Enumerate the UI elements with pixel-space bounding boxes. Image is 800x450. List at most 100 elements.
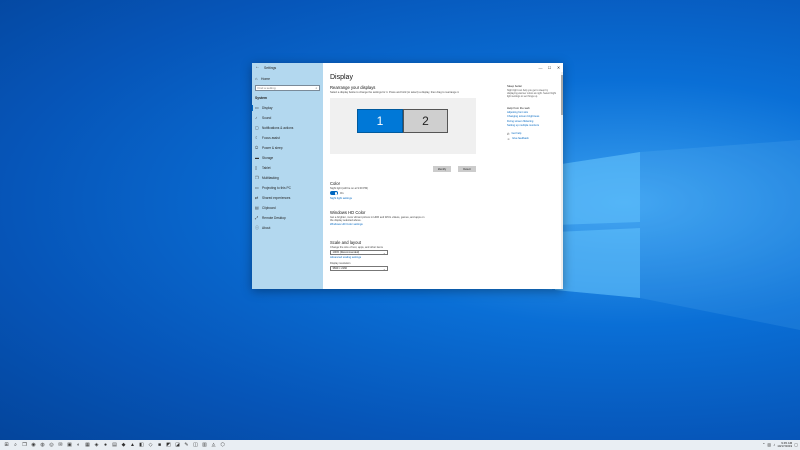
sidebar-item-icon: ⤢ (255, 215, 259, 220)
give-feedback-link[interactable]: ☺ Give feedback (507, 137, 559, 141)
resolution-value: 3840 × 2160 (332, 267, 348, 271)
system-tray: ⌃ ▥ ♪ 9:45 AM 10/17/2019 ▢ (762, 440, 798, 450)
taskbar-app-icon[interactable]: ◈ (92, 440, 101, 450)
volume-icon[interactable]: ♪ (773, 443, 775, 447)
sidebar-item-icon: ⏻ (255, 145, 259, 150)
help-web-link[interactable]: Setting up multiple monitors (507, 124, 559, 128)
sidebar-item-about[interactable]: ⓘ About (255, 223, 320, 233)
search-icon[interactable]: ⌕ (11, 440, 20, 450)
taskbar-app-icon[interactable]: ◆ (119, 440, 128, 450)
night-light-settings-link[interactable]: Night light settings (330, 197, 368, 201)
taskbar-app-icon[interactable]: ⬡ (218, 440, 227, 450)
sidebar: ⌂ Home Find a setting ⌕ System ▭ Display ♪… (252, 72, 323, 289)
sidebar-item-storage[interactable]: ▬ Storage (255, 153, 320, 163)
taskbar: ⊞ ⌕ ❐ ◉ ◍ ◎ ✉ ▣ ◐ ▦ ◈ ● ▤ ◆ ▲ ◧ ◇ ■ ◩ ◪ ✎ ◫ ▥ ◬ ⬡ ⌃ ▥ ♪ 9:45 AM … (0, 440, 800, 450)
color-section: Color Night light (will be on at 9:00 PM… (330, 180, 368, 201)
maximize-button[interactable]: ☐ (545, 63, 554, 72)
sidebar-item-focus-assist[interactable]: ☾ Focus assist (255, 133, 320, 143)
taskbar-app-icon[interactable]: ▣ (65, 440, 74, 450)
close-button[interactable]: ✕ (554, 63, 563, 72)
sidebar-nav-list: ▭ Display ♪ Sound ▢ Notifications & actions ☾ F… (252, 103, 320, 233)
sleep-better-heading: Sleep better (507, 84, 523, 88)
window-title: Settings (264, 65, 277, 70)
minimize-button[interactable]: — (536, 63, 545, 72)
sidebar-item-icon: ▭ (255, 185, 259, 190)
taskbar-app-icon[interactable]: ◫ (191, 440, 200, 450)
sidebar-item-icon: ▬ (255, 155, 259, 160)
back-arrow-icon[interactable]: ← (255, 65, 260, 70)
scale-label: Change the size of text, apps, and other… (330, 246, 383, 249)
sidebar-item-remote-desktop[interactable]: ⤢ Remote Desktop (255, 213, 320, 223)
sidebar-item-icon: ▢ (255, 125, 259, 130)
taskbar-app-icon[interactable]: ■ (155, 440, 164, 450)
sidebar-item-label: Notifications & actions (262, 126, 294, 130)
sidebar-item-multitasking[interactable]: ❐ Multitasking (255, 173, 320, 183)
rearrange-description: Select a display below to change the set… (330, 91, 460, 94)
sidebar-item-icon: ⓘ (255, 225, 259, 230)
taskbar-app-icon[interactable]: ✎ (182, 440, 191, 450)
taskbar-app-icon[interactable]: ◧ (137, 440, 146, 450)
notification-icon[interactable]: ▢ (794, 443, 798, 447)
clock[interactable]: 9:45 AM 10/17/2019 (777, 441, 792, 449)
identify-button[interactable]: Identify (433, 166, 451, 172)
sidebar-item-projecting-to-this-pc[interactable]: ▭ Projecting to this PC (255, 183, 320, 193)
sidebar-item-icon: ▭ (255, 105, 259, 110)
monitor-2[interactable]: 2 (403, 109, 448, 134)
sidebar-item-label: Storage (262, 156, 274, 160)
night-light-toggle[interactable] (330, 191, 338, 196)
sidebar-item-power-sleep[interactable]: ⏻ Power & sleep (255, 143, 320, 153)
sidebar-item-label: Sound (262, 116, 272, 120)
sidebar-item-display[interactable]: ▭ Display (252, 103, 320, 113)
right-panel: Sleep better Night light can help you ge… (507, 84, 559, 141)
sidebar-item-sound[interactable]: ♪ Sound (255, 113, 320, 123)
search-icon: ⌕ (315, 86, 318, 90)
taskbar-app-icon[interactable]: ✉ (56, 440, 65, 450)
sidebar-home[interactable]: ⌂ Home (255, 75, 320, 82)
resolution-label: Display resolution (330, 262, 351, 265)
scrollbar-thumb[interactable] (561, 75, 563, 115)
scale-value: 100% (Recommended) (332, 251, 360, 255)
taskbar-app-icon[interactable]: ❐ (20, 440, 29, 450)
search-placeholder: Find a setting (257, 86, 276, 90)
network-icon[interactable]: ▥ (767, 443, 771, 447)
sidebar-item-label: Power & sleep (262, 146, 283, 150)
taskbar-app-icon[interactable]: ◉ (29, 440, 38, 450)
taskbar-app-icon[interactable]: ◪ (173, 440, 182, 450)
sidebar-item-notifications-actions[interactable]: ▢ Notifications & actions (255, 123, 320, 133)
taskbar-app-icon[interactable]: ◬ (209, 440, 218, 450)
toggle-state-label: On (340, 191, 344, 195)
taskbar-app-icon[interactable]: ◐ (74, 440, 83, 450)
hdr-settings-link[interactable]: Windows HD Color settings (330, 223, 430, 227)
monitor-1[interactable]: 1 (357, 109, 403, 134)
hdr-section: Windows HD Color Get a brighter, more vi… (330, 209, 430, 226)
sidebar-item-label: Clipboard (262, 206, 276, 210)
taskbar-app-icon[interactable]: ● (101, 440, 110, 450)
taskbar-app-icon[interactable]: ▦ (83, 440, 92, 450)
chevron-up-icon[interactable]: ⌃ (762, 443, 765, 447)
sidebar-item-icon: ☾ (255, 135, 259, 140)
search-input[interactable]: Find a setting ⌕ (255, 85, 320, 91)
taskbar-app-icon[interactable]: ◎ (47, 440, 56, 450)
taskbar-app-icon[interactable]: ◩ (164, 440, 173, 450)
taskbar-app-icon[interactable]: ◇ (146, 440, 155, 450)
sidebar-item-label: Shared experiences (262, 196, 291, 200)
taskbar-app-icon[interactable]: ▤ (110, 440, 119, 450)
start-button-icon[interactable]: ⊞ (2, 440, 11, 450)
sidebar-item-label: Display (262, 106, 273, 110)
sidebar-item-tablet[interactable]: ▯ Tablet (255, 163, 320, 173)
advanced-scaling-link[interactable]: Advanced scaling settings (330, 256, 388, 260)
feedback-icon: ☺ (507, 136, 511, 141)
sidebar-item-icon: ♪ (255, 115, 257, 120)
taskbar-app-icon[interactable]: ◍ (38, 440, 47, 450)
sidebar-item-label: Remote Desktop (262, 216, 286, 220)
title-bar: ← Settings — ☐ ✕ (252, 63, 563, 72)
sidebar-item-clipboard[interactable]: ▤ Clipboard (255, 203, 320, 213)
sidebar-item-label: Tablet (262, 166, 271, 170)
sidebar-item-shared-experiences[interactable]: ⇄ Shared experiences (255, 193, 320, 203)
main-content: Display Rearrange your displays Select a… (323, 72, 563, 289)
taskbar-app-icon[interactable]: ▲ (128, 440, 137, 450)
resolution-dropdown[interactable]: 3840 × 2160 ⌄ (330, 266, 388, 272)
scale-dropdown[interactable]: 100% (Recommended) ⌄ (330, 250, 388, 256)
taskbar-app-icon[interactable]: ▥ (200, 440, 209, 450)
detect-button[interactable]: Detect (458, 166, 476, 172)
